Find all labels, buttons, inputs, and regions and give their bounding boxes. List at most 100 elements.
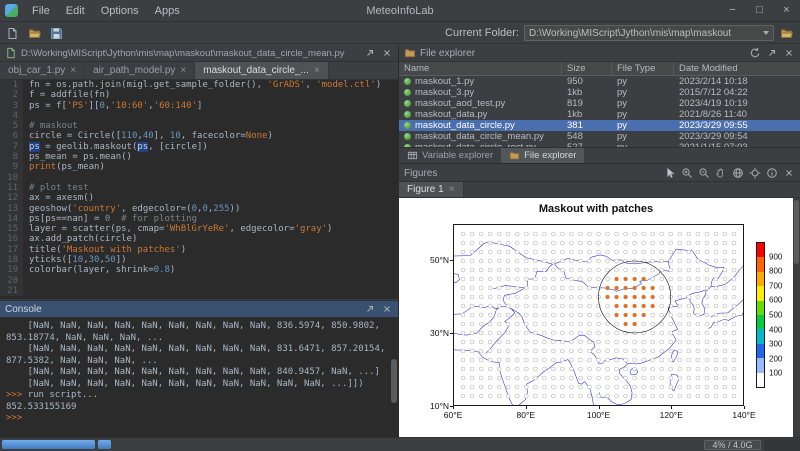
line-number: 3 bbox=[0, 101, 23, 111]
close-tab-icon[interactable]: × bbox=[449, 184, 455, 195]
file-row[interactable]: maskout_aod_test.py819py2023/4/19 10:19 bbox=[399, 98, 800, 109]
console-output[interactable]: [NaN, NaN, NaN, NaN, NaN, NaN, NaN, NaN,… bbox=[0, 318, 398, 437]
float-icon[interactable] bbox=[364, 47, 376, 59]
editor-tab[interactable]: maskout_data_circle_...× bbox=[195, 62, 328, 79]
cursor-arrow-icon[interactable] bbox=[664, 167, 676, 179]
menu-apps[interactable]: Apps bbox=[147, 0, 188, 22]
x-tick-label: 120°E bbox=[660, 410, 683, 420]
editor-header: D:\Working\MIScript\Jython\mis\map\masko… bbox=[0, 45, 398, 62]
menu-edit[interactable]: Edit bbox=[58, 0, 93, 22]
colorbar-segment bbox=[757, 272, 764, 286]
y-tick-mark bbox=[450, 406, 453, 407]
colorbar-segment bbox=[757, 257, 764, 271]
new-file-icon[interactable] bbox=[6, 27, 19, 40]
console-line: 877.5382, NaN, NaN, NaN, ... bbox=[6, 356, 392, 368]
console-line: >>> bbox=[6, 413, 392, 425]
code-text: yticks([10,30,50]) bbox=[23, 255, 127, 265]
close-icon[interactable] bbox=[381, 47, 393, 59]
file-row[interactable]: maskout_data_circle.py381py2023/3/29 09:… bbox=[399, 120, 800, 131]
code-text bbox=[23, 173, 34, 183]
folder-small-icon[interactable] bbox=[509, 150, 520, 161]
line-number: 12 bbox=[0, 193, 23, 203]
code-line: 14ps[ps==nan] = 0 # for plotting bbox=[0, 214, 398, 224]
app-window: FileEditOptionsApps MeteoInfoLab − □ × C… bbox=[0, 0, 800, 451]
panel-tab-file-explorer[interactable]: File explorer bbox=[501, 148, 584, 163]
x-tick-label: 80°E bbox=[516, 410, 535, 420]
save-icon[interactable] bbox=[50, 27, 63, 40]
column-header-size[interactable]: Size bbox=[562, 62, 612, 75]
colorbar-label: 100 bbox=[769, 369, 782, 378]
progress-bar bbox=[2, 440, 95, 449]
identify-icon[interactable] bbox=[749, 167, 761, 179]
menu-file[interactable]: File bbox=[24, 0, 58, 22]
file-row[interactable]: maskout_data_circle_mean.py548py2023/3/2… bbox=[399, 131, 800, 142]
x-tick-label: 100°E bbox=[587, 410, 610, 420]
column-header-file-type[interactable]: File Type bbox=[612, 62, 674, 75]
pan-hand-icon[interactable] bbox=[715, 167, 727, 179]
current-folder-combo[interactable]: D:\Working\MIScript\Jython\mis\map\masko… bbox=[524, 25, 774, 41]
open-folder-icon[interactable] bbox=[28, 27, 41, 40]
python-file-icon bbox=[404, 100, 411, 107]
full-extent-icon[interactable] bbox=[732, 167, 744, 179]
editor-file-path: D:\Working\MIScript\Jython\mis\map\masko… bbox=[21, 48, 360, 59]
code-editor[interactable]: 1fn = os.path.join(migl.get_sample_folde… bbox=[0, 80, 398, 299]
column-header-name[interactable]: Name bbox=[399, 62, 562, 75]
current-folder-value: D:\Working\MIScript\Jython\mis\map\masko… bbox=[529, 28, 759, 39]
info-icon[interactable] bbox=[766, 167, 778, 179]
menu-bar-items: FileEditOptionsApps bbox=[24, 0, 188, 22]
file-name-cell: maskout_data_circle_mean.py bbox=[399, 131, 562, 142]
menu-options[interactable]: Options bbox=[93, 0, 147, 22]
line-number: 21 bbox=[0, 286, 23, 296]
file-row[interactable]: maskout_3.py1kbpy2015/7/12 04:22 bbox=[399, 87, 800, 98]
close-button[interactable]: × bbox=[773, 0, 800, 21]
code-line: 21 bbox=[0, 286, 398, 296]
close-icon[interactable] bbox=[783, 47, 795, 59]
panel-tab-variable-explorer[interactable]: Variable explorer bbox=[399, 148, 501, 163]
file-size-cell: 1kb bbox=[562, 87, 612, 98]
float-icon[interactable] bbox=[766, 47, 778, 59]
zoom-out-icon[interactable] bbox=[698, 167, 710, 179]
code-line: 4 bbox=[0, 111, 398, 121]
file-name-cell: maskout_data.py bbox=[399, 109, 562, 120]
scrollbar-thumb[interactable] bbox=[794, 200, 799, 264]
file-size-cell: 819 bbox=[562, 98, 612, 109]
console-scrollbar[interactable] bbox=[391, 320, 397, 435]
code-text: colorbar(layer, shrink=0.8) bbox=[23, 265, 175, 275]
file-row[interactable]: maskout_1.py950py2023/2/14 10:18 bbox=[399, 76, 800, 87]
close-icon[interactable] bbox=[783, 167, 795, 179]
close-tab-icon[interactable]: × bbox=[70, 65, 76, 76]
python-file-icon bbox=[404, 122, 411, 129]
figure-scrollbar[interactable] bbox=[793, 198, 800, 437]
file-row[interactable]: maskout_data.py1kbpy2021/8/26 11:40 bbox=[399, 109, 800, 120]
chevron-down-icon[interactable] bbox=[763, 31, 769, 35]
code-line: 6circle = Circle([110,40], 10, facecolor… bbox=[0, 131, 398, 141]
editor-panel: D:\Working\MIScript\Jython\mis\map\masko… bbox=[0, 45, 398, 299]
table-icon[interactable] bbox=[407, 150, 418, 161]
scrollbar-thumb[interactable] bbox=[391, 359, 397, 403]
colorbar bbox=[756, 242, 765, 388]
figure-tab-label: Figure 1 bbox=[407, 184, 444, 195]
file-date-cell: 2015/7/12 04:22 bbox=[674, 87, 800, 98]
close-tab-icon[interactable]: × bbox=[314, 65, 320, 76]
close-tab-icon[interactable]: × bbox=[180, 65, 186, 76]
file-type-cell: py bbox=[612, 109, 674, 120]
x-tick-mark bbox=[526, 406, 527, 409]
colorbar-label: 700 bbox=[769, 281, 782, 290]
editor-tab[interactable]: obj_car_1.py× bbox=[0, 62, 85, 79]
console-lines: [NaN, NaN, NaN, NaN, NaN, NaN, NaN, NaN,… bbox=[6, 321, 392, 425]
close-icon[interactable] bbox=[381, 303, 393, 315]
editor-tab[interactable]: air_path_model.py× bbox=[85, 62, 195, 79]
minimize-button[interactable]: − bbox=[719, 0, 746, 21]
browse-folder-button[interactable] bbox=[779, 27, 794, 40]
code-text: ax = axesm() bbox=[23, 193, 94, 203]
refresh-icon[interactable] bbox=[749, 47, 761, 59]
code-line: 1fn = os.path.join(migl.get_sample_folde… bbox=[0, 80, 398, 90]
app-logo-icon bbox=[5, 4, 18, 17]
float-icon[interactable] bbox=[364, 303, 376, 315]
figure-tab[interactable]: Figure 1 × bbox=[399, 182, 464, 197]
maximize-button[interactable]: □ bbox=[746, 0, 773, 21]
zoom-in-icon[interactable] bbox=[681, 167, 693, 179]
figure-canvas[interactable]: Maskout with patches 60°E80°E100°E120°E1… bbox=[399, 198, 800, 437]
status-endcap bbox=[764, 439, 800, 451]
column-header-date-modified[interactable]: Date Modified bbox=[674, 62, 800, 75]
